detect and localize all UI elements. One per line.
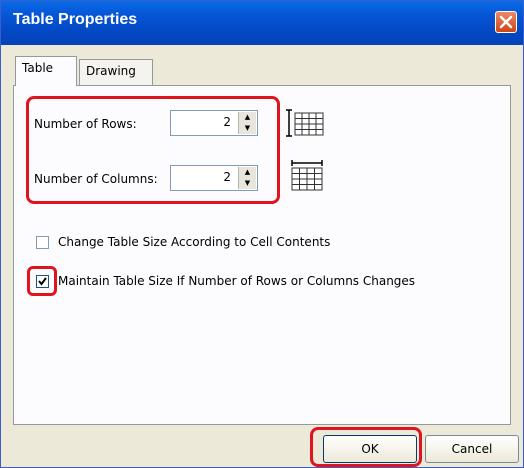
tab-drawing[interactable]: Drawing (79, 59, 153, 85)
checkbox-highlight (27, 266, 57, 296)
columns-grid-icon (291, 160, 323, 191)
change-size-label: Change Table Size According to Cell Cont… (58, 235, 331, 249)
rows-columns-highlight (26, 96, 280, 204)
dialog-title: Table Properties (13, 11, 138, 28)
tab-table[interactable]: Table (15, 56, 77, 86)
change-size-checkbox[interactable] (36, 236, 49, 249)
rows-grid-icon (286, 109, 324, 137)
title-bar[interactable]: Table Properties (1, 1, 523, 45)
table-tab-panel: Number of Rows: 2 ▲ ▼ Number of Columns:… (13, 85, 511, 425)
ok-highlight (310, 427, 422, 467)
close-icon (499, 15, 513, 29)
cancel-button[interactable]: Cancel (425, 435, 519, 463)
close-button[interactable] (495, 11, 517, 33)
maintain-size-label: Maintain Table Size If Number of Rows or… (58, 274, 416, 288)
table-properties-dialog: Table Properties Table Drawing Number of… (0, 0, 524, 468)
